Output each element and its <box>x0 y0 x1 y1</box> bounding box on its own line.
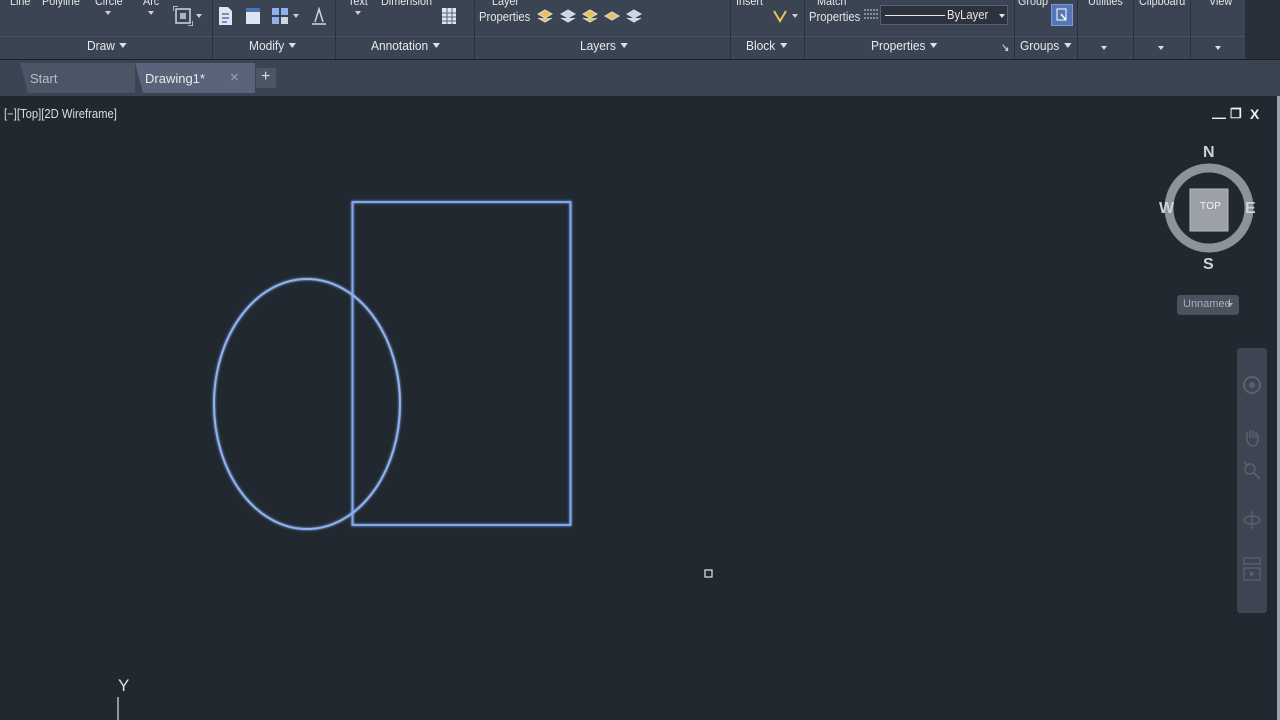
rectangle-entity[interactable] <box>351 201 572 526</box>
compass-north[interactable]: N <box>1203 144 1215 162</box>
showmotion-icon[interactable] <box>1242 556 1262 584</box>
navigation-wheel-icon[interactable] <box>1242 374 1262 396</box>
compass-west[interactable]: W <box>1159 200 1174 218</box>
chevron-down-icon <box>1227 303 1233 307</box>
wcs-menu-label: Unnamed <box>1183 298 1231 310</box>
ucs-y-label: Y <box>118 676 130 695</box>
circle-entity[interactable] <box>213 278 401 530</box>
compass-south[interactable]: S <box>1203 256 1214 274</box>
zoom-extents-icon[interactable] <box>1242 460 1262 488</box>
navigation-bar <box>1237 348 1267 613</box>
pan-hand-icon[interactable] <box>1242 426 1262 448</box>
crosshair-pickbox <box>704 569 713 578</box>
drawing-geometry <box>117 201 713 720</box>
wcs-menu-button[interactable]: Unnamed <box>1177 295 1239 315</box>
orbit-icon[interactable] <box>1242 508 1262 532</box>
compass-east[interactable]: E <box>1245 200 1256 218</box>
viewcube-face-label: TOP <box>1200 201 1222 212</box>
